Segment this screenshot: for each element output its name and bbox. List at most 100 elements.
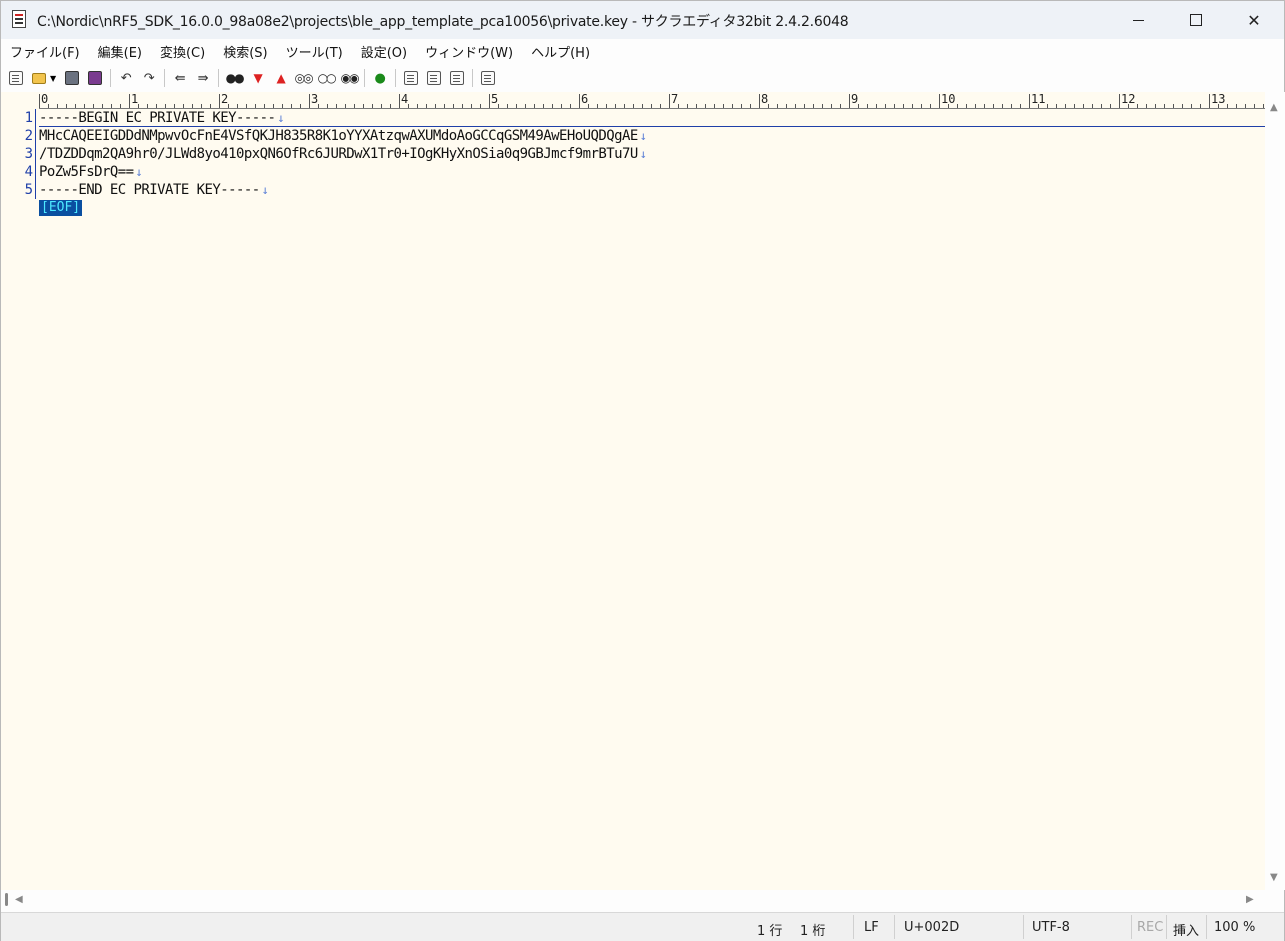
- ruler-tick: [696, 104, 697, 108]
- editor-window: C:\Nordic\nRF5_SDK_16.0.0_98a08e2\projec…: [0, 0, 1285, 941]
- open-dropdown-icon[interactable]: ▼: [50, 74, 56, 83]
- menu-convert[interactable]: 変換(C): [151, 42, 214, 61]
- jump-forward-icon[interactable]: ⇛: [193, 68, 213, 88]
- ruler-tick: [453, 104, 454, 108]
- ruler-tick: [894, 104, 895, 108]
- line-number-gutter[interactable]: 1 2 3 4 5: [1, 109, 35, 199]
- minimize-icon: [1132, 19, 1144, 21]
- menu-tools[interactable]: ツール(T): [277, 42, 352, 61]
- ruler-tick: [1065, 104, 1066, 108]
- compare-icon[interactable]: [401, 68, 421, 88]
- search-clear-icon[interactable]: ○○: [316, 68, 337, 88]
- redo-icon[interactable]: ↷: [139, 68, 159, 88]
- horizontal-scrollbar[interactable]: ◀ ▶: [1, 890, 1265, 910]
- save-all-icon[interactable]: [85, 68, 105, 88]
- scroll-left-icon[interactable]: ◀: [15, 894, 23, 905]
- ruler-tick: [876, 104, 877, 108]
- toolbar-separator: [472, 69, 474, 87]
- ruler-tick: [741, 104, 742, 108]
- text-line[interactable]: PoZw5FsDrQ== ↓: [39, 163, 143, 181]
- ruler-tick: [57, 104, 58, 108]
- ruler-tick: [687, 104, 688, 108]
- grep-icon[interactable]: ◉◉: [339, 68, 360, 88]
- menu-help[interactable]: ヘルプ(H): [522, 42, 599, 61]
- status-row: 1 行: [757, 924, 783, 939]
- ruler-tick: [840, 104, 841, 108]
- compare-next-icon[interactable]: [424, 68, 444, 88]
- text-line[interactable]: /TDZDDqm2QA9hr0/JLWd8yo410pxQN6OfRc6JURD…: [39, 145, 647, 163]
- scroll-down-icon[interactable]: ▼: [1270, 872, 1278, 883]
- ruler-major-tick: [129, 94, 130, 108]
- column-ruler[interactable]: 0 1 2 3 4 5 6 7 8 9 10 11 12 13: [39, 92, 1265, 109]
- ruler-label: 5: [491, 92, 499, 106]
- status-encoding[interactable]: UTF-8: [1032, 920, 1070, 935]
- title-bar[interactable]: C:\Nordic\nRF5_SDK_16.0.0_98a08e2\projec…: [1, 1, 1284, 39]
- ruler-tick: [714, 104, 715, 108]
- ruler-tick: [1182, 104, 1183, 108]
- ruler-tick: [705, 104, 706, 108]
- ruler-tick: [984, 104, 985, 108]
- status-eol-type[interactable]: LF: [864, 920, 879, 935]
- line-feed-marker: ↓: [639, 129, 647, 143]
- ruler-tick: [660, 104, 661, 108]
- search-next-icon[interactable]: ▼: [247, 68, 267, 88]
- status-separator: [1023, 915, 1024, 939]
- jump-back-icon[interactable]: ⇚: [170, 68, 190, 88]
- status-insert-mode[interactable]: 挿入: [1173, 920, 1199, 939]
- replace-icon[interactable]: ◎◎: [293, 68, 314, 88]
- ruler-tick: [291, 104, 292, 108]
- text-line[interactable]: -----BEGIN EC PRIVATE KEY----- ↓: [39, 109, 285, 127]
- ruler-tick: [903, 104, 904, 108]
- scroll-up-icon[interactable]: ▲: [1270, 102, 1278, 113]
- menu-search[interactable]: 検索(S): [214, 42, 276, 61]
- scroll-right-icon[interactable]: ▶: [1246, 894, 1254, 905]
- undo-icon[interactable]: ↶: [116, 68, 136, 88]
- compare-tool-icon[interactable]: [447, 68, 467, 88]
- text-line[interactable]: -----END EC PRIVATE KEY----- ↓: [39, 181, 269, 199]
- ruler-label: 12: [1121, 92, 1136, 106]
- text-line[interactable]: MHcCAQEEIGDDdNMpwvOcFnE4VSfQKJH835R8K1oY…: [39, 127, 647, 145]
- ruler-label: 6: [581, 92, 589, 106]
- ruler-tick: [993, 104, 994, 108]
- ruler-tick: [507, 104, 508, 108]
- open-file-icon[interactable]: [29, 68, 49, 88]
- ruler-tick: [300, 104, 301, 108]
- menu-settings[interactable]: 設定(O): [352, 42, 416, 61]
- maximize-button[interactable]: [1167, 1, 1225, 39]
- ruler-tick: [624, 104, 625, 108]
- toolbar-separator: [164, 69, 166, 87]
- outline-icon[interactable]: ●: [370, 68, 390, 88]
- save-icon[interactable]: [62, 68, 82, 88]
- text-editor-area[interactable]: 0 1 2 3 4 5 6 7 8 9 10 11 12 13 1 2 3 4 5 -----BEGIN …: [1, 92, 1265, 890]
- ruler-tick: [1254, 104, 1255, 108]
- ruler-tick: [480, 104, 481, 108]
- ruler-label: 10: [941, 92, 956, 106]
- maximize-icon: [1190, 14, 1202, 26]
- menu-window[interactable]: ウィンドウ(W): [416, 42, 522, 61]
- ruler-tick: [165, 104, 166, 108]
- ruler-tick: [273, 104, 274, 108]
- ruler-tick: [615, 104, 616, 108]
- menu-edit[interactable]: 編集(E): [89, 42, 151, 61]
- status-separator: [1131, 915, 1132, 939]
- ruler-tick: [1047, 104, 1048, 108]
- ruler-major-tick: [399, 94, 400, 108]
- close-button[interactable]: ✕: [1225, 1, 1283, 39]
- menu-file[interactable]: ファイル(F): [1, 42, 89, 61]
- ruler-tick: [201, 104, 202, 108]
- ruler-major-tick: [849, 94, 850, 108]
- ruler-tick: [786, 104, 787, 108]
- search-icon[interactable]: ●●: [224, 68, 245, 88]
- search-prev-icon[interactable]: ▲: [270, 68, 290, 88]
- status-separator: [1206, 915, 1207, 939]
- tag-jump-icon[interactable]: [478, 68, 498, 88]
- ruler-label: 13: [1211, 92, 1226, 106]
- ruler-tick: [1083, 104, 1084, 108]
- sakura-editor-icon[interactable]: [12, 10, 26, 28]
- status-zoom[interactable]: 100 %: [1214, 920, 1255, 935]
- minimize-button[interactable]: [1109, 1, 1167, 39]
- ruler-label: 4: [401, 92, 409, 106]
- new-file-icon[interactable]: [6, 68, 26, 88]
- vertical-scrollbar[interactable]: ▲ ▼: [1265, 92, 1285, 890]
- horizontal-scroll-thumb[interactable]: [5, 893, 8, 906]
